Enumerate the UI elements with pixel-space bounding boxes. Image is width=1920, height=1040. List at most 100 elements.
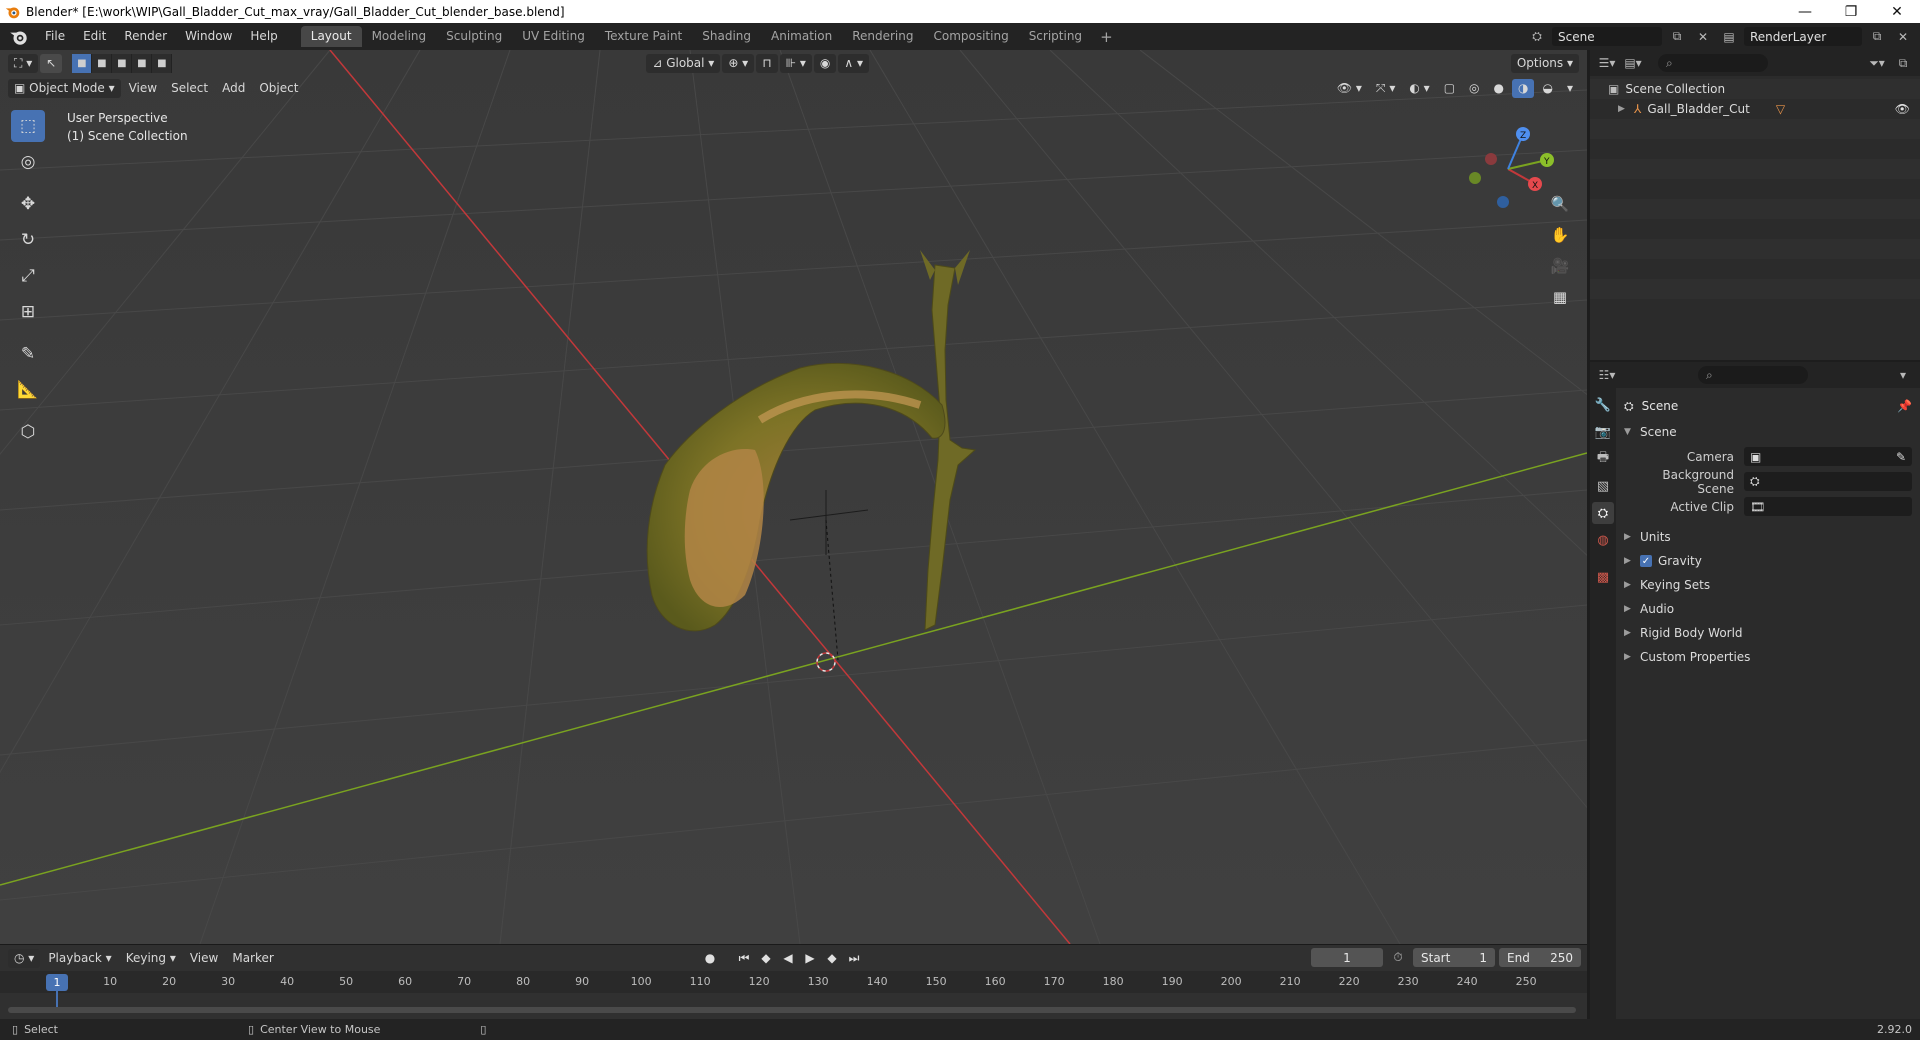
output-tab-icon[interactable]: 🖶 bbox=[1592, 448, 1614, 470]
delete-scene-icon[interactable]: ✕ bbox=[1692, 27, 1714, 46]
add-workspace-button[interactable]: + bbox=[1092, 28, 1121, 46]
tab-texture-paint[interactable]: Texture Paint bbox=[595, 26, 692, 47]
orientation-dropdown[interactable]: ⊿ Global ▾ bbox=[646, 53, 721, 73]
texture-tab-icon[interactable]: ▩ bbox=[1592, 566, 1614, 588]
panel-keying-sets[interactable]: ▶ Keying Sets bbox=[1624, 573, 1912, 597]
panel-custom-properties[interactable]: ▶ Custom Properties bbox=[1624, 645, 1912, 669]
marker-menu[interactable]: Marker bbox=[226, 949, 279, 968]
next-keyframe-icon[interactable]: ◆ bbox=[822, 951, 842, 965]
menu-object[interactable]: Object bbox=[253, 79, 304, 98]
options-dropdown[interactable]: Options ▾ bbox=[1510, 53, 1579, 73]
new-scene-icon[interactable]: ⧉ bbox=[1666, 27, 1688, 46]
panel-audio[interactable]: ▶ Audio bbox=[1624, 597, 1912, 621]
select-subtract-icon[interactable]: ■ bbox=[112, 53, 133, 73]
material-shading-icon[interactable]: ◑ bbox=[1512, 78, 1535, 98]
properties-search-input[interactable]: ⌕ bbox=[1698, 366, 1808, 384]
current-frame-field[interactable]: 1 bbox=[1311, 948, 1383, 967]
visibility-icon[interactable]: 👁 ▾ bbox=[1331, 79, 1368, 98]
play-reverse-icon[interactable]: ◀ bbox=[778, 951, 798, 965]
delete-view-layer-icon[interactable]: ✕ bbox=[1892, 27, 1914, 46]
ortho-grid-icon[interactable]: ▦ bbox=[1545, 283, 1575, 310]
jump-start-icon[interactable]: ⏮ bbox=[734, 951, 754, 966]
background-scene-field[interactable]: ⛭ bbox=[1744, 472, 1912, 491]
blender-menu-icon[interactable] bbox=[8, 26, 30, 48]
timeline-ruler[interactable]: 1 10 20 30 40 50 60 70 80 90 100 110 120 130 140 150 16… bbox=[0, 971, 1587, 1013]
gravity-checkbox[interactable]: ✓ bbox=[1640, 555, 1652, 567]
new-view-layer-icon[interactable]: ⧉ bbox=[1866, 27, 1888, 46]
menu-help[interactable]: Help bbox=[241, 23, 286, 50]
proportional-edit-icon[interactable]: ◉ bbox=[813, 53, 837, 73]
timeline-editor-type-icon[interactable]: ◷ ▾ bbox=[8, 948, 41, 968]
scene-icon[interactable]: ⛭ bbox=[1526, 27, 1548, 46]
falloff-icon[interactable]: ∧ ▾ bbox=[838, 53, 869, 73]
outliner-row-scene-collection[interactable]: ▣ Scene Collection bbox=[1590, 79, 1920, 99]
eyedropper-icon[interactable]: ✎ bbox=[1896, 450, 1906, 464]
select-intersect-icon[interactable]: ■ bbox=[152, 53, 173, 73]
visibility-eye-icon[interactable]: 👁 bbox=[1895, 102, 1910, 116]
tab-shading[interactable]: Shading bbox=[692, 26, 761, 47]
record-icon[interactable]: ● bbox=[700, 951, 720, 965]
rendered-shading-icon[interactable]: ◒ bbox=[1536, 79, 1558, 98]
camera-view-icon[interactable]: 🎥 bbox=[1545, 252, 1575, 279]
xray-toggle-icon[interactable]: ▢ bbox=[1438, 79, 1461, 98]
outliner-row-object[interactable]: ▶ ⅄ Gall_Bladder_Cut ▽ 👁 bbox=[1590, 99, 1920, 119]
filter-icon[interactable]: ⏷▾ bbox=[1866, 54, 1888, 73]
menu-add[interactable]: Add bbox=[216, 79, 251, 98]
view-layer-field[interactable]: RenderLayer bbox=[1744, 27, 1862, 46]
gizmo-toggle-icon[interactable]: ⤧ ▾ bbox=[1370, 79, 1401, 98]
tab-scripting[interactable]: Scripting bbox=[1019, 26, 1092, 47]
menu-window[interactable]: Window bbox=[176, 23, 241, 50]
add-cube-icon[interactable]: ⬡ bbox=[11, 416, 45, 448]
maximize-button[interactable]: ❐ bbox=[1828, 0, 1874, 23]
tab-layout[interactable]: Layout bbox=[300, 26, 362, 47]
start-frame-field[interactable]: Start 1 bbox=[1413, 948, 1495, 967]
select-extend-icon[interactable]: ■ bbox=[92, 53, 113, 73]
cursor-icon[interactable]: ◎ bbox=[11, 146, 45, 178]
display-mode-icon[interactable]: ▤▾ bbox=[1622, 54, 1644, 73]
playhead[interactable]: 1 bbox=[46, 974, 68, 991]
pan-hand-icon[interactable]: ✋ bbox=[1545, 221, 1575, 248]
editor-type-button[interactable]: ⛶ ▾ bbox=[8, 53, 39, 73]
overlay-toggle-icon[interactable]: ◐ ▾ bbox=[1403, 79, 1435, 98]
wireframe-shading-icon[interactable]: ◎ bbox=[1463, 79, 1485, 98]
pin-icon[interactable]: 📌 bbox=[1897, 399, 1912, 413]
menu-render[interactable]: Render bbox=[115, 23, 176, 50]
zoom-icon[interactable]: 🔍 bbox=[1545, 190, 1575, 217]
rotate-icon[interactable]: ↻ bbox=[11, 224, 45, 256]
tab-rendering[interactable]: Rendering bbox=[842, 26, 923, 47]
menu-select[interactable]: Select bbox=[165, 79, 214, 98]
select-invert-icon[interactable]: ■ bbox=[132, 53, 153, 73]
menu-edit[interactable]: Edit bbox=[74, 23, 115, 50]
scene-field[interactable]: Scene bbox=[1552, 27, 1662, 46]
panel-gravity[interactable]: ▶ ✓ Gravity bbox=[1624, 549, 1912, 573]
select-new-icon[interactable]: ■ bbox=[72, 53, 93, 73]
outliner-search-input[interactable]: ⌕ bbox=[1658, 54, 1768, 72]
move-icon[interactable]: ✥ bbox=[11, 188, 45, 220]
tab-uv-editing[interactable]: UV Editing bbox=[512, 26, 595, 47]
close-button[interactable]: ✕ bbox=[1874, 0, 1920, 23]
snap-target-icon[interactable]: ⊪ ▾ bbox=[779, 53, 812, 73]
scene-tab-icon[interactable]: ⛭ bbox=[1592, 502, 1614, 524]
transform-icon[interactable]: ⊞ bbox=[11, 296, 45, 328]
play-icon[interactable]: ▶ bbox=[800, 951, 820, 965]
properties-editor-icon[interactable]: ☷▾ bbox=[1596, 366, 1618, 385]
jump-end-icon[interactable]: ⏭ bbox=[844, 951, 864, 966]
panel-units[interactable]: ▶ Units bbox=[1624, 525, 1912, 549]
new-collection-icon[interactable]: ⧉ bbox=[1892, 54, 1914, 73]
measure-icon[interactable]: 📐 bbox=[11, 374, 45, 406]
minimize-button[interactable]: — bbox=[1782, 0, 1828, 23]
view-layer-icon[interactable]: ▤ bbox=[1718, 27, 1740, 46]
mode-dropdown[interactable]: ▣ Object Mode ▾ bbox=[8, 78, 121, 98]
render-tab-icon[interactable]: 📷 bbox=[1592, 421, 1614, 443]
tab-compositing[interactable]: Compositing bbox=[923, 26, 1018, 47]
keying-dropdown[interactable]: Keying ▾ bbox=[120, 949, 182, 968]
pivot-point-icon[interactable]: ⊕ ▾ bbox=[722, 53, 755, 73]
panel-scene-header[interactable]: ▼ Scene bbox=[1624, 420, 1912, 444]
outliner-editor-icon[interactable]: ☰▾ bbox=[1596, 54, 1618, 73]
timeline-view-menu[interactable]: View bbox=[184, 949, 224, 968]
stopwatch-icon[interactable]: ⏱ bbox=[1387, 948, 1409, 967]
prev-keyframe-icon[interactable]: ◆ bbox=[756, 951, 776, 965]
select-tool-button[interactable]: ↖ bbox=[40, 53, 63, 73]
playback-dropdown[interactable]: Playback ▾ bbox=[42, 949, 117, 968]
panel-rigid-body-world[interactable]: ▶ Rigid Body World bbox=[1624, 621, 1912, 645]
